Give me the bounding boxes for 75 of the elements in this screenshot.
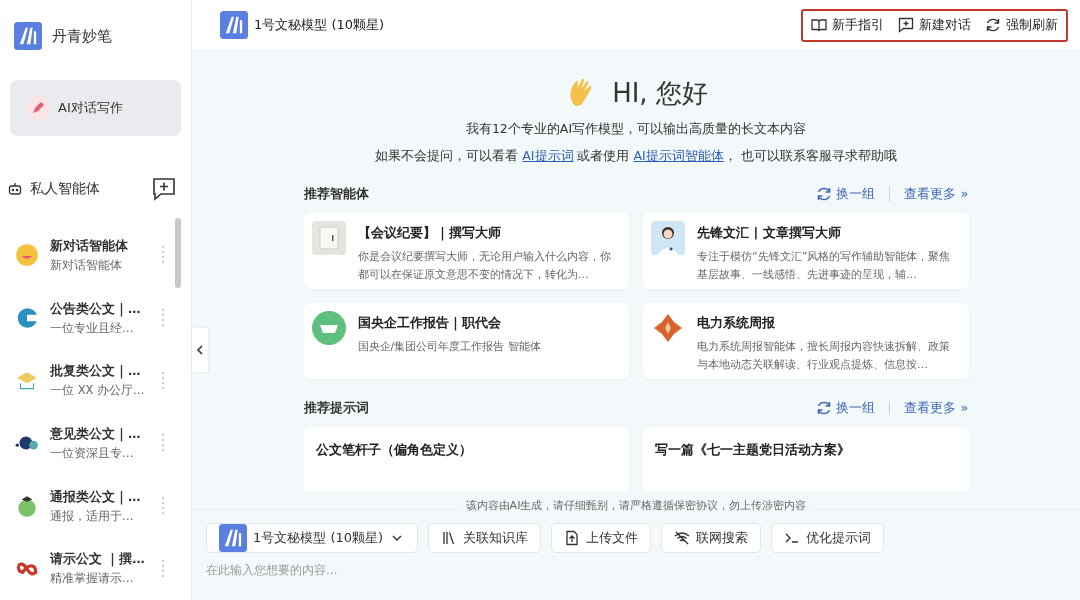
prompt-card[interactable]: 公文笔杆子（偏角色定义） — [303, 427, 629, 491]
agent-title[interactable]: 意见类公文｜… — [50, 425, 151, 443]
model-select[interactable]: 1号文秘模型 (10颗星) — [206, 523, 419, 553]
more-icon[interactable] — [161, 307, 165, 329]
agent-avatar-icon — [14, 242, 40, 269]
disclaimer: 该内容由AI生成，请仔细甄别，请严格遵循保密协议，勿上传涉密内容 — [459, 498, 813, 513]
section-title: 私人智能体 — [30, 180, 101, 198]
help-link[interactable]: AI提示词智能体 — [633, 148, 724, 163]
model-logo-icon — [219, 524, 247, 552]
agent-subtitle: 通报，适用于… — [50, 508, 135, 524]
intro-text: 我有12个专业的AI写作模型，可以输出高质量的长文本内容 — [465, 121, 807, 138]
card-title: 先锋文汇 | 文章撰写大师 — [697, 224, 842, 242]
tool-button[interactable]: 关联知识库 — [428, 523, 542, 553]
help-link[interactable]: AI提示词 — [522, 148, 574, 163]
chat-plus-icon — [898, 17, 914, 33]
toolbar-button[interactable]: 新手指引 — [811, 16, 884, 34]
card-title: 写一篇《七一主题党日活动方案》 — [655, 442, 850, 457]
see-more-link[interactable]: 查看更多 » — [904, 399, 969, 417]
nav-item[interactable]: AI对话写作 — [10, 80, 181, 136]
refresh-icon — [816, 186, 833, 202]
card-title: 国央企工作报告｜职代会 — [357, 314, 502, 332]
agent-title[interactable]: 新对话智能体 — [50, 237, 151, 255]
agent-title[interactable]: 公告类公文｜… — [50, 300, 151, 318]
agent-subtitle: 精准掌握请示… — [50, 571, 135, 587]
prompt-card[interactable]: 写一篇《七一主题党日活动方案》 — [643, 427, 969, 491]
robot-icon — [8, 182, 22, 196]
collapse-button[interactable] — [192, 328, 208, 372]
toolbar-button[interactable]: 强制刷新 — [985, 16, 1058, 34]
agent-subtitle: 新对话智能体 — [50, 257, 123, 273]
card-description: 电力系统周报智能体，擅长周报内容快速拆解、政策与本地动态关联解读、行业观点提炼、信息按… — [697, 339, 951, 373]
section-title: 推荐提示词 — [303, 399, 370, 417]
card-title: 【会议纪要】｜撰写大师 — [357, 224, 502, 242]
refresh-icon — [816, 400, 833, 416]
see-more-link[interactable]: 查看更多 » — [904, 185, 969, 203]
more-icon[interactable] — [161, 495, 165, 517]
wifi-off-icon — [674, 530, 691, 546]
tool-button[interactable]: 上传文件 — [551, 523, 652, 553]
pencil-icon — [26, 96, 50, 120]
tool-button[interactable]: 优化提示词 — [771, 523, 885, 553]
model-name: 1号文秘模型 (10颗星) — [254, 16, 385, 34]
card-description: 专注于模仿“先锋文汇”风格的写作辅助智能体，聚焦基层故事、一线感悟、先进事迹的呈现，辅… — [697, 249, 952, 283]
upload-file-icon — [564, 530, 581, 546]
cup-icon — [311, 311, 346, 345]
refresh-icon — [985, 17, 1001, 33]
section-title: 推荐智能体 — [303, 185, 370, 203]
agent-card[interactable]: 电力系统周报 电力系统周报智能体，擅长周报内容快速拆解、政策与本地动态关联解读、行业观点提炼、信息按… — [643, 303, 969, 379]
shuffle-button[interactable]: 换一组 — [816, 185, 876, 203]
agent-title[interactable]: 请示公文 ｜撰… — [50, 551, 151, 569]
book-icon — [811, 17, 827, 33]
agent-subtitle: 一位资深且专… — [50, 445, 135, 461]
chevron-left-icon — [196, 344, 204, 355]
agent-title[interactable]: 批复类公文｜… — [50, 363, 151, 381]
greeting: HI, 您好 — [612, 76, 708, 110]
app-name: 丹青妙笔 — [52, 26, 112, 46]
agent-title[interactable]: 通报类公文｜… — [50, 488, 151, 506]
more-icon[interactable] — [161, 557, 165, 580]
logo-icon — [14, 22, 42, 50]
toolbar-button[interactable]: 新建对话 — [898, 16, 971, 34]
card-description: 你是会议纪要撰写大师，无论用户输入什么内容，你都可以在保证原文意思不变的情况下，转化为… — [357, 249, 612, 283]
scrollbar-thumb[interactable] — [175, 218, 181, 288]
model-logo-icon — [220, 11, 248, 39]
card-title: 电力系统周报 — [697, 314, 776, 332]
agent-card[interactable]: 【会议纪要】｜撰写大师 你是会议纪要撰写大师，无论用户输入什么内容，你都可以在保证原文意思不变的情况下，转化为… — [303, 213, 629, 289]
input-field[interactable]: 在此输入您想要的内容... — [206, 563, 806, 577]
card-description: 国央企/集团公司年度工作报告 智能体 — [357, 339, 541, 355]
tool-button[interactable]: 联网搜索 — [661, 523, 762, 553]
shuffle-button[interactable]: 换一组 — [816, 399, 876, 417]
agent-subtitle: 一位专业且经… — [50, 320, 135, 336]
agent-card[interactable]: 先锋文汇 | 文章撰写大师 专注于模仿“先锋文汇”风格的写作辅助智能体，聚焦基层故事、一线感悟、先进事迹的呈现，辅… — [643, 213, 969, 289]
more-icon[interactable] — [161, 369, 165, 392]
agent-subtitle: 一位 XX 办公厅… — [50, 383, 146, 399]
help-text: 如果不会提问，可以看看 AI提示词 或者使用 AI提示词智能体， 也可以联系客服寻求帮助哦 — [375, 148, 897, 165]
card-title: 公文笔杆子（偏角色定义） — [315, 442, 472, 457]
agent-card[interactable]: 国央企工作报告｜职代会 国央企/集团公司年度工作报告 智能体 — [303, 303, 629, 379]
add-chat-icon[interactable] — [151, 176, 177, 202]
